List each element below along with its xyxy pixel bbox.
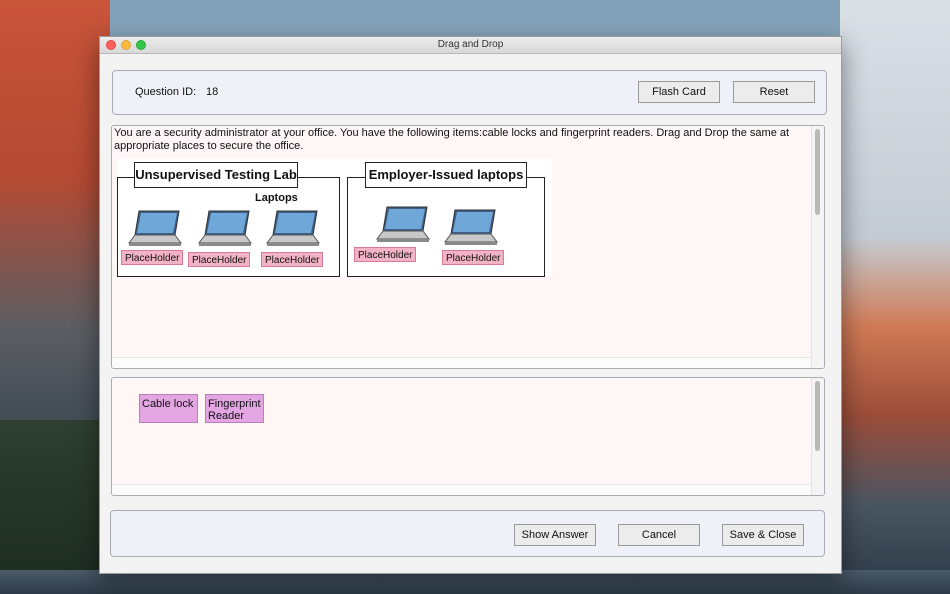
placeholder-drop-target[interactable]: PlaceHolder [188,252,251,267]
horizontal-scrollbar[interactable] [112,357,824,368]
placeholder-drop-target[interactable]: PlaceHolder [121,250,184,265]
scrollbar-thumb[interactable] [815,129,820,215]
laptop-icon [198,210,252,246]
placeholder-drop-target[interactable]: PlaceHolder [354,247,417,262]
laptop-icon [444,209,498,245]
drag-and-drop-window: Drag and Drop Question ID: 18 Flash Card… [99,36,842,574]
question-diagram: Unsupervised Testing Lab Laptops PlaceHo… [117,159,552,277]
laptop-icon [128,210,182,246]
close-window-button[interactable] [106,40,116,50]
question-id-value: 18 [206,86,219,98]
question-text: You are a security administrator at your… [114,127,790,152]
placeholder-drop-target[interactable]: PlaceHolder [261,252,324,267]
laptop-icon [266,210,320,246]
question-area[interactable]: You are a security administrator at your… [111,125,825,369]
question-header-panel: Question ID: 18 Flash Card Reset [112,70,827,115]
save-and-close-button[interactable]: Save & Close [722,524,804,546]
zone-sublabel-laptops: Laptops [255,192,298,204]
desktop-wallpaper-right [840,0,950,594]
footer-button-panel: Show Answer Cancel Save & Close [110,510,825,557]
scrollbar-thumb[interactable] [815,381,820,451]
reset-button[interactable]: Reset [733,81,815,103]
zone-title-employer-issued-laptops: Employer-Issued laptops [365,162,527,188]
flash-card-button[interactable]: Flash Card [638,81,720,103]
vertical-scrollbar[interactable] [811,126,824,368]
zone-title-unsupervised-testing-lab: Unsupervised Testing Lab [134,162,298,188]
placeholder-drop-target[interactable]: PlaceHolder [442,250,505,265]
minimize-window-button[interactable] [121,40,131,50]
cancel-button[interactable]: Cancel [618,524,700,546]
draggable-item-cable-lock[interactable]: Cable lock [139,394,198,423]
vertical-scrollbar[interactable] [811,378,824,495]
answer-items-area[interactable]: Cable lock Fingerprint Reader [111,377,825,496]
draggable-item-fingerprint-reader[interactable]: Fingerprint Reader [205,394,264,423]
desktop-wallpaper-forest [0,420,110,594]
laptop-icon [376,206,430,242]
window-title: Drag and Drop [437,39,504,50]
show-answer-button[interactable]: Show Answer [514,524,596,546]
window-titlebar[interactable]: Drag and Drop [100,37,841,54]
question-id-label: Question ID: [135,86,197,98]
zoom-window-button[interactable] [136,40,146,50]
horizontal-scrollbar[interactable] [112,484,824,495]
